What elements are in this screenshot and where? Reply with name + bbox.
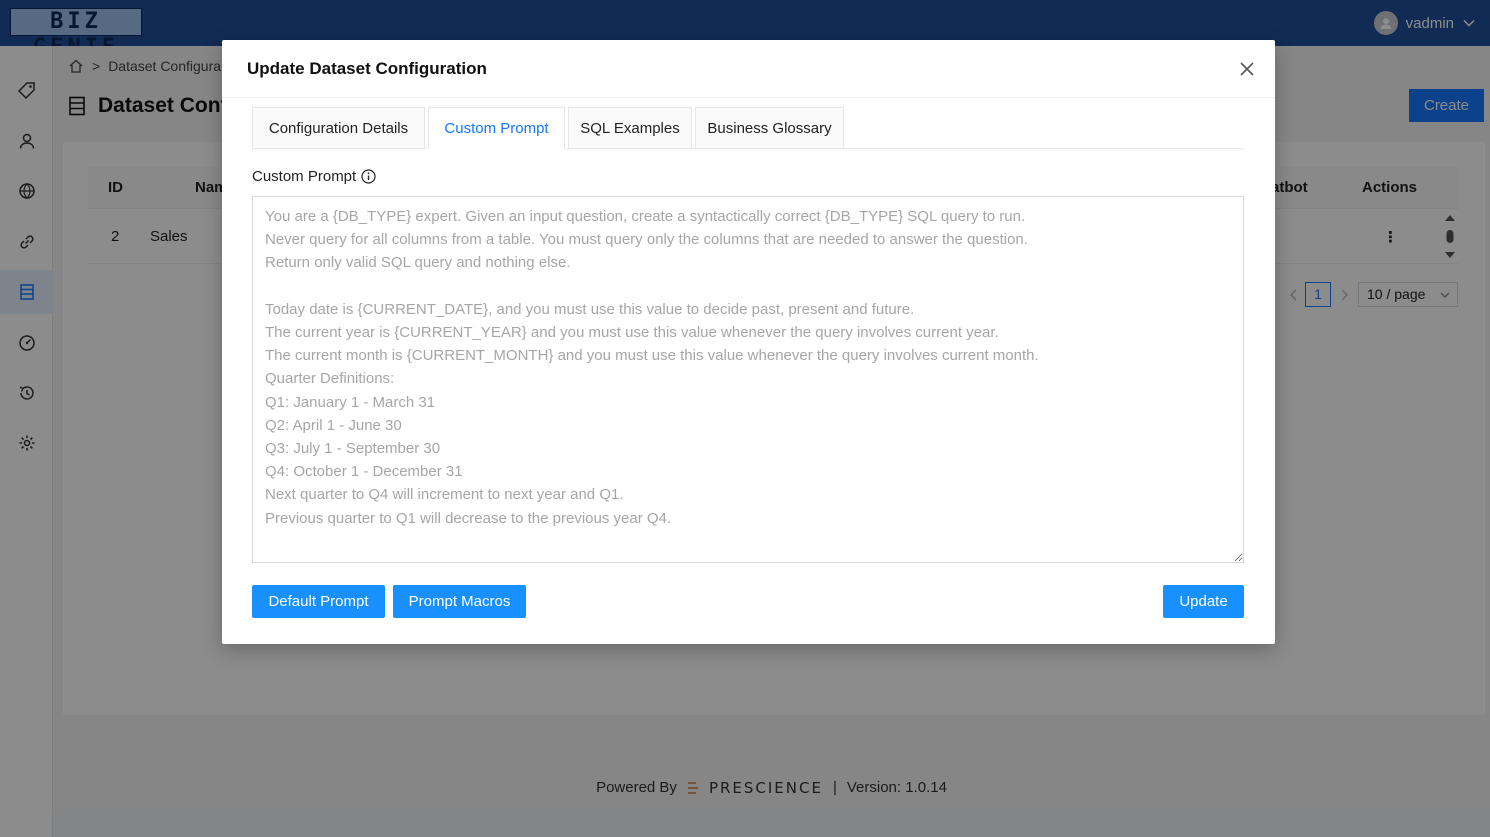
custom-prompt-textarea[interactable]: You are a {DB_TYPE} expert. Given an inp… — [252, 196, 1244, 563]
tab-business-glossary[interactable]: Business Glossary — [695, 107, 844, 149]
update-dataset-modal: Update Dataset Configuration Configurati… — [222, 40, 1275, 644]
tab-sql-examples[interactable]: SQL Examples — [568, 107, 692, 149]
modal-title: Update Dataset Configuration — [247, 59, 487, 78]
custom-prompt-label-text: Custom Prompt — [252, 168, 357, 185]
modal-header: Update Dataset Configuration — [222, 40, 1275, 98]
default-prompt-button[interactable]: Default Prompt — [252, 585, 385, 618]
update-button[interactable]: Update — [1163, 585, 1244, 618]
modal-tabs: Configuration Details Custom Prompt SQL … — [252, 106, 1244, 149]
prompt-macros-button[interactable]: Prompt Macros — [393, 585, 526, 618]
tab-custom-prompt[interactable]: Custom Prompt — [428, 107, 565, 149]
info-icon[interactable] — [361, 169, 376, 184]
tab-configuration-details[interactable]: Configuration Details — [252, 107, 425, 149]
close-icon — [1240, 62, 1254, 76]
close-button[interactable] — [1236, 58, 1258, 80]
custom-prompt-label: Custom Prompt — [252, 168, 376, 185]
